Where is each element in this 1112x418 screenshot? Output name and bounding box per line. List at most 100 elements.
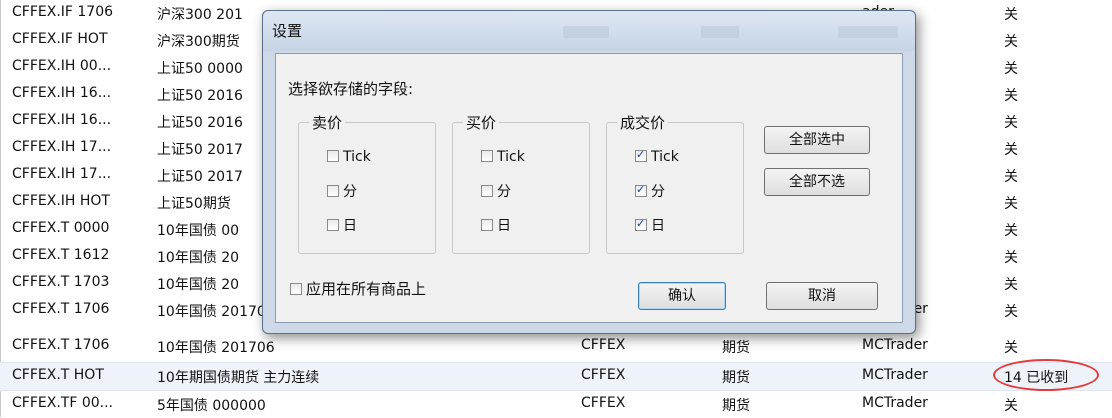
option-label: 分 [497,184,511,200]
option-label: 分 [343,184,357,200]
status-cell: 关 [1004,169,1018,185]
ok-button[interactable]: 确认 [638,282,726,310]
bid-minute-checkbox[interactable]: 分 [481,181,511,201]
last-day-checkbox[interactable]: 日 [635,215,665,235]
last-minute-checkbox[interactable]: 分 [635,181,665,201]
name-cell: 上证50期货 [157,196,231,212]
group-label: 卖价 [309,112,346,133]
code-cell: CFFEX.T 1706 [12,301,110,317]
status-cell: 关 [1004,340,1018,356]
name-cell: 10年国债 20 [157,250,240,266]
settings-dialog: 设置 选择欲存储的字段: 卖价 Tick 分 日 买价 Tick 分 日 成交价… [262,10,916,334]
group-bid: 买价 Tick 分 日 [452,112,590,254]
name-cell: 沪深300期货 [157,34,240,50]
status-cell: 关 [1004,196,1018,212]
status-cell: 关 [1004,7,1018,23]
status-cell: 关 [1004,61,1018,77]
group-label: 成交价 [617,112,669,133]
name-cell: 10年期国债期货 主力连续 [157,370,320,386]
name-cell: 上证50 0000 [157,61,243,77]
status-cell: 关 [1004,115,1018,131]
option-label: Tick [497,149,525,165]
dialog-title: 设置 [272,22,303,40]
option-label: 日 [343,218,357,234]
highlight-circle [993,359,1099,391]
code-cell: CFFEX.IF HOT [12,31,108,47]
checkbox-box[interactable] [327,185,339,197]
apply-all-checkbox[interactable]: 应用在所有商品上 [290,278,426,299]
group-last-price: 成交价 Tick 分 日 [606,112,744,254]
code-cell: CFFEX.IH HOT [12,193,110,209]
name-cell: 5年国债 000000 [157,398,266,414]
checkbox-box[interactable] [327,150,339,162]
checkbox-box[interactable] [635,217,647,231]
checkbox-box[interactable] [481,219,493,231]
trader-cell: MCTrader [862,395,928,411]
code-cell: CFFEX.T 0000 [12,220,110,236]
apply-all-label: 应用在所有商品上 [306,280,427,298]
last-tick-checkbox[interactable]: Tick [635,148,679,165]
code-cell: CFFEX.IH 17... [12,166,112,182]
type-cell: 期货 [722,340,750,356]
trader-cell: MCTrader [862,337,928,353]
checkbox-box[interactable] [327,219,339,231]
name-cell: 10年国债 20 [157,277,240,293]
status-cell: 关 [1004,304,1018,320]
option-label: 分 [651,184,665,200]
select-all-button[interactable]: 全部选中 [764,126,870,154]
code-cell: CFFEX.IH 00... [12,58,112,74]
ghost-text [701,26,739,38]
code-cell: CFFEX.IH 16... [12,85,112,101]
option-label: 日 [651,218,665,234]
table-row-selected[interactable]: CFFEX.T HOT 10年期国债期货 主力连续 CFFEX 期货 MCTra… [0,359,1112,391]
name-cell: 沪深300 201 [157,7,243,23]
checkbox-box[interactable] [635,148,647,162]
ask-tick-checkbox[interactable]: Tick [327,149,371,165]
status-cell: 关 [1004,277,1018,293]
name-cell: 10年国债 00 [157,223,240,239]
status-cell: 关 [1004,88,1018,104]
table-row[interactable]: CFFEX.TF 00... 5年国债 000000 CFFEX 期货 MCTr… [0,391,1112,418]
exchange-cell: CFFEX [581,337,626,353]
checkbox-box[interactable] [290,283,302,295]
trader-cell: MCTrader [862,367,928,383]
code-cell: CFFEX.T 1612 [12,247,110,263]
status-cell: 关 [1004,142,1018,158]
group-label: 买价 [463,112,500,133]
checkbox-box[interactable] [481,185,493,197]
code-cell: CFFEX.TF 00... [12,395,113,411]
ask-minute-checkbox[interactable]: 分 [327,181,357,201]
option-label: 日 [497,218,511,234]
status-cell: 关 [1004,250,1018,266]
name-cell: 上证50 2016 [157,115,243,131]
group-ask: 卖价 Tick 分 日 [298,112,436,254]
ghost-text [563,26,609,38]
type-cell: 期货 [722,370,750,386]
checkbox-box[interactable] [481,150,493,162]
table-row[interactable]: CFFEX.T 1706 10年国债 201706 CFFEX 期货 MCTra… [0,333,1112,360]
status-cell: 关 [1004,223,1018,239]
code-cell: CFFEX.T 1706 [12,337,110,353]
option-label: Tick [651,149,679,165]
exchange-cell: CFFEX [581,395,626,411]
name-cell: 上证50 2017 [157,142,243,158]
name-cell: 10年国债 201706 [157,340,275,356]
option-label: Tick [343,149,371,165]
bid-tick-checkbox[interactable]: Tick [481,149,525,165]
status-cell: 关 [1004,398,1018,414]
checkbox-box[interactable] [635,183,647,197]
code-cell: CFFEX.IH 17... [12,139,112,155]
code-cell: CFFEX.T HOT [12,367,104,383]
select-none-button[interactable]: 全部不选 [764,168,870,196]
type-cell: 期货 [722,398,750,414]
name-cell: 上证50 2016 [157,88,243,104]
bid-day-checkbox[interactable]: 日 [481,215,511,235]
status-cell: 关 [1004,34,1018,50]
name-cell: 10年国债 201706 [157,304,275,320]
ask-day-checkbox[interactable]: 日 [327,215,357,235]
ghost-text [838,26,898,38]
cancel-button[interactable]: 取消 [766,282,878,310]
code-cell: CFFEX.IF 1706 [12,4,114,20]
dialog-titlebar[interactable]: 设置 [263,11,915,51]
exchange-cell: CFFEX [581,367,626,383]
